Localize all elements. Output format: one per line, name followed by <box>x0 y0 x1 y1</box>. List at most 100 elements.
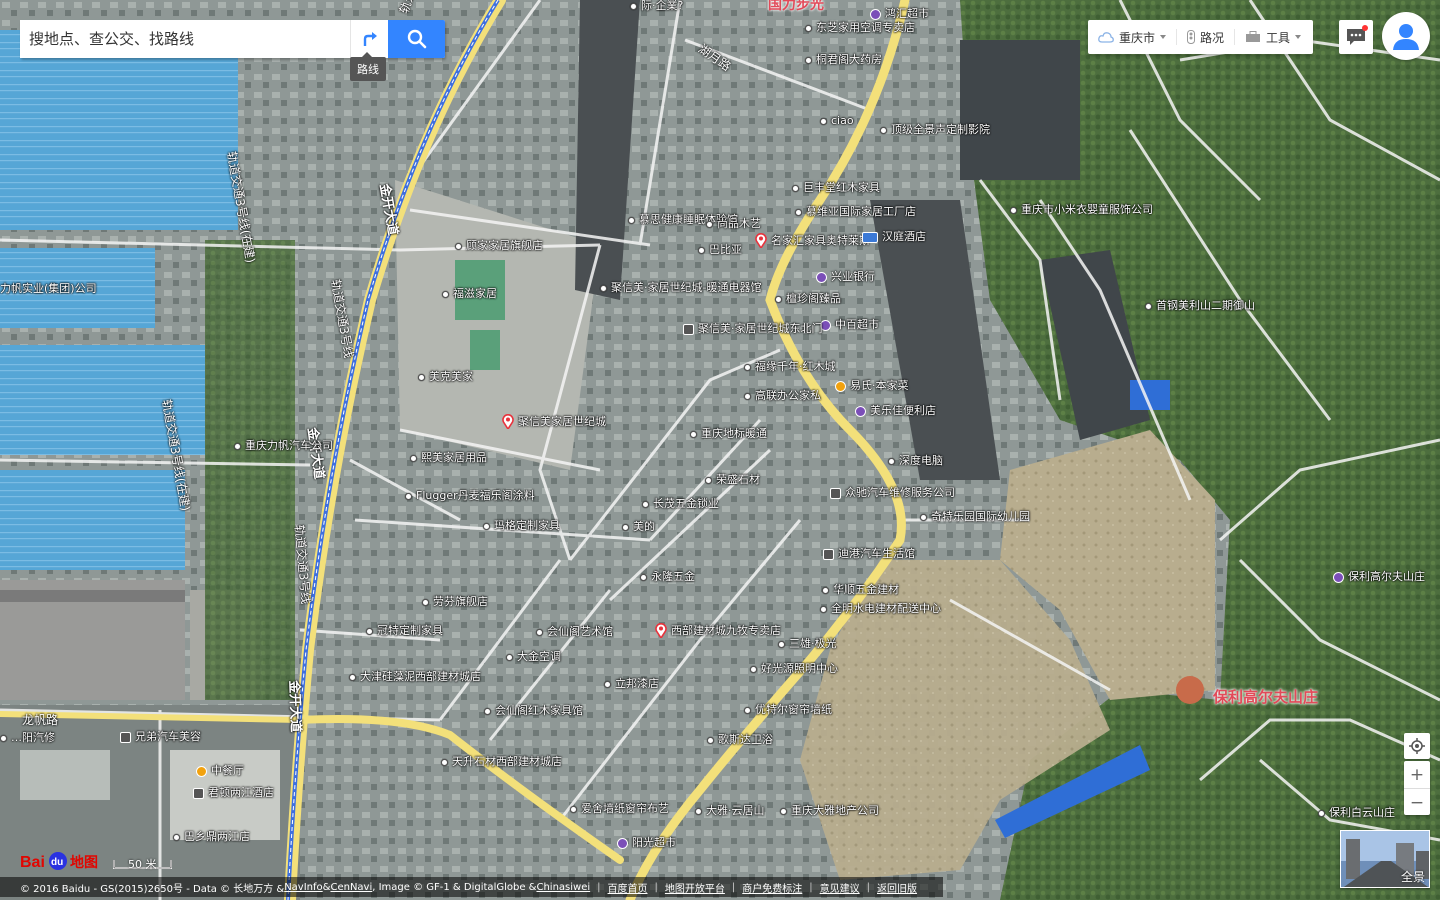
poi-marker[interactable]: 保利白云山庄 <box>1318 807 1395 819</box>
poi-marker[interactable]: 深度电脑 <box>888 455 943 467</box>
navinfo-link[interactable]: NavInfo <box>284 882 322 893</box>
locate-button[interactable] <box>1404 733 1430 759</box>
user-avatar-button[interactable] <box>1382 12 1430 60</box>
poi-dot-icon <box>888 457 895 465</box>
poi-marker[interactable]: 众驰汽车维修服务公司 <box>830 487 955 499</box>
search-button[interactable] <box>388 20 445 58</box>
poi-marker[interactable]: 顾家家居旗舰店 <box>455 240 543 252</box>
poi-marker[interactable]: 立邦漆店 <box>604 678 659 690</box>
poi-marker[interactable]: …阳汽修 <box>0 732 55 744</box>
poi-marker[interactable]: 际·企業? <box>630 0 683 12</box>
poi-marker[interactable]: 兴业银行 <box>816 271 875 283</box>
poi-marker[interactable]: 聚信美·家居世纪城-暖通电器馆 <box>600 282 761 294</box>
traffic-button[interactable]: 路况 <box>1177 20 1234 54</box>
city-selector[interactable]: 重庆市 <box>1088 20 1176 54</box>
footer-link-feedback[interactable]: 意见建议 <box>820 880 860 895</box>
poi-marker[interactable]: 桐君阁大药房 <box>805 54 882 66</box>
poi-marker[interactable]: 巴比亚 <box>698 244 742 256</box>
poi-marker[interactable]: ciao <box>820 115 854 127</box>
poi-marker[interactable]: Flugger丹麦福乐阁涂料 <box>405 490 535 502</box>
poi-marker[interactable]: 美克美家 <box>418 371 473 383</box>
poi-dot-icon <box>698 246 705 254</box>
zoom-in-button[interactable]: + <box>1404 761 1430 788</box>
poi-label: 中百超市 <box>835 318 879 331</box>
poi-marker[interactable]: 聚信美家居世纪城 <box>502 414 606 429</box>
poi-marker[interactable]: 阳光超市 <box>617 837 676 849</box>
poi-marker[interactable]: 保利高尔夫山庄 <box>1333 571 1425 583</box>
poi-marker[interactable]: 永隆五金 <box>640 571 695 583</box>
poi-marker[interactable]: 名家汇家具奥特莱斯 <box>755 233 870 248</box>
poi-label: 巨丰堂红木家具 <box>803 181 880 194</box>
poi-marker[interactable]: 会仙阁艺术馆 <box>536 626 613 638</box>
poi-marker[interactable]: 天升石材西部建材城店 <box>441 756 562 768</box>
poi-marker[interactable]: 熙美家居用品 <box>410 452 487 464</box>
search-input[interactable] <box>20 20 350 58</box>
poi-marker[interactable]: 劳芬旗舰店 <box>422 596 488 608</box>
poi-marker[interactable]: 巨丰堂红木家具 <box>792 182 880 194</box>
poi-label: 劳芬旗舰店 <box>433 595 488 608</box>
poi-marker[interactable]: 兄弟汽车美容 <box>120 731 201 743</box>
poi-marker[interactable]: 重庆地标暖通 <box>690 428 767 440</box>
poi-marker[interactable]: 冠特定制家具 <box>366 625 443 637</box>
zoom-out-button[interactable]: − <box>1404 789 1430 816</box>
poi-marker[interactable]: 中百超市 <box>820 319 879 331</box>
poi-marker[interactable]: 重庆大雅地产公司 <box>780 805 879 817</box>
poi-marker[interactable]: 力帆实业(集团)公司 <box>0 283 97 295</box>
footer-link-merchant[interactable]: 商户免费标注 <box>742 880 802 895</box>
poi-marker[interactable]: 西部建材城九牧专卖店 <box>655 623 781 638</box>
tools-button[interactable]: 工具 <box>1235 20 1313 54</box>
baidu-map-logo: Bai du 地图 <box>20 849 110 873</box>
hotel-icon <box>862 231 878 243</box>
message-button[interactable] <box>1339 20 1373 54</box>
chevron-down-icon <box>1160 35 1167 39</box>
poi-dot-icon <box>604 680 611 688</box>
poi-marker[interactable]: 福滋家居 <box>442 288 497 300</box>
poi-marker[interactable]: 重庆力帆汽车公司 <box>234 440 333 452</box>
poi-marker[interactable]: 优特尔窗帘墙纸 <box>744 704 832 716</box>
poi-marker[interactable]: 首钢美利山二期御山 <box>1145 300 1255 312</box>
chinasiwei-link[interactable]: Chinasiwei <box>536 882 590 893</box>
poi-marker[interactable]: 华顺五金建材 <box>822 584 899 596</box>
toolbox-icon <box>1246 31 1261 42</box>
poi-marker[interactable]: 顶级全景声定制影院 <box>880 124 990 136</box>
poi-marker[interactable]: 巴乡鼎两江店 <box>173 831 250 843</box>
copyright-footer: © 2016 Baidu - GS(2015)2650号 - Data © 长地… <box>0 877 943 897</box>
footer-link-open-platform[interactable]: 地图开放平台 <box>665 880 725 895</box>
poi-marker[interactable]: 迪港汽车生活馆 <box>823 548 915 560</box>
poi-marker[interactable]: 中餐厅 <box>196 765 244 777</box>
map-canvas[interactable]: 轨道交通3号线 金开大道 轨道交通3号线 金开大道 轨道交通3号线 金开大道 轨… <box>0 0 1440 900</box>
poi-marker[interactable]: 檀珍阁臻品 <box>775 293 841 305</box>
poi-marker[interactable]: 聚信美·家居世纪城东北门 <box>683 323 823 335</box>
poi-marker[interactable]: 高联办公家私 <box>744 390 821 402</box>
poi-marker[interactable]: 大津硅藻泥西部建材城店 <box>349 671 481 683</box>
poi-marker[interactable]: 荣盛石材 <box>705 474 760 486</box>
poi-marker[interactable]: 会仙阁红木家具馆 <box>484 705 583 717</box>
poi-marker[interactable]: 好光源照明中心 <box>750 663 838 675</box>
poi-marker[interactable]: 慕维亚国际家居工厂店 <box>795 206 916 218</box>
poi-marker[interactable]: 君顿两江酒店 <box>193 787 274 799</box>
poi-marker[interactable]: 汉庭酒店 <box>862 231 926 243</box>
poi-marker[interactable]: 大雅·云居山 <box>695 805 765 817</box>
poi-marker[interactable]: 奇特乐园国际幼儿园 <box>920 511 1030 523</box>
panorama-thumbnail[interactable]: 全景 <box>1340 830 1430 888</box>
poi-marker[interactable]: 鸿汇超市 <box>870 8 929 20</box>
poi-marker[interactable]: 歌斯达卫浴 <box>707 734 773 746</box>
footer-separator: | <box>809 881 813 893</box>
poi-marker[interactable]: 福缘千年·红木城 <box>744 361 836 373</box>
poi-dot-icon <box>750 665 757 673</box>
footer-link-home[interactable]: 百度首页 <box>608 880 648 895</box>
poi-marker[interactable]: 尚品木艺 <box>706 218 761 230</box>
poi-marker[interactable]: 长茂五金锁业 <box>642 498 719 510</box>
poi-marker[interactable]: 美的 <box>622 521 655 533</box>
poi-marker[interactable]: 大金空调 <box>506 651 561 663</box>
cennavi-link[interactable]: CenNavi <box>330 882 372 893</box>
poi-marker[interactable]: 东芝家用空调专卖店 <box>805 22 915 34</box>
footer-link-old-version[interactable]: 返回旧版 <box>877 880 917 895</box>
poi-marker[interactable]: 重庆市小米衣婴童服饰公司 <box>1010 204 1153 216</box>
poi-marker[interactable]: 玛格定制家具 <box>483 520 560 532</box>
poi-marker[interactable]: 爱舍墙纸窗帘布艺 <box>570 803 669 815</box>
poi-marker[interactable]: 三雄·极光 <box>778 638 837 650</box>
poi-marker[interactable]: 全明水电建材配送中心 <box>820 603 941 615</box>
poi-marker[interactable]: 易氏·本家菜 <box>835 380 909 392</box>
poi-marker[interactable]: 美乐佳便利店 <box>855 405 936 417</box>
